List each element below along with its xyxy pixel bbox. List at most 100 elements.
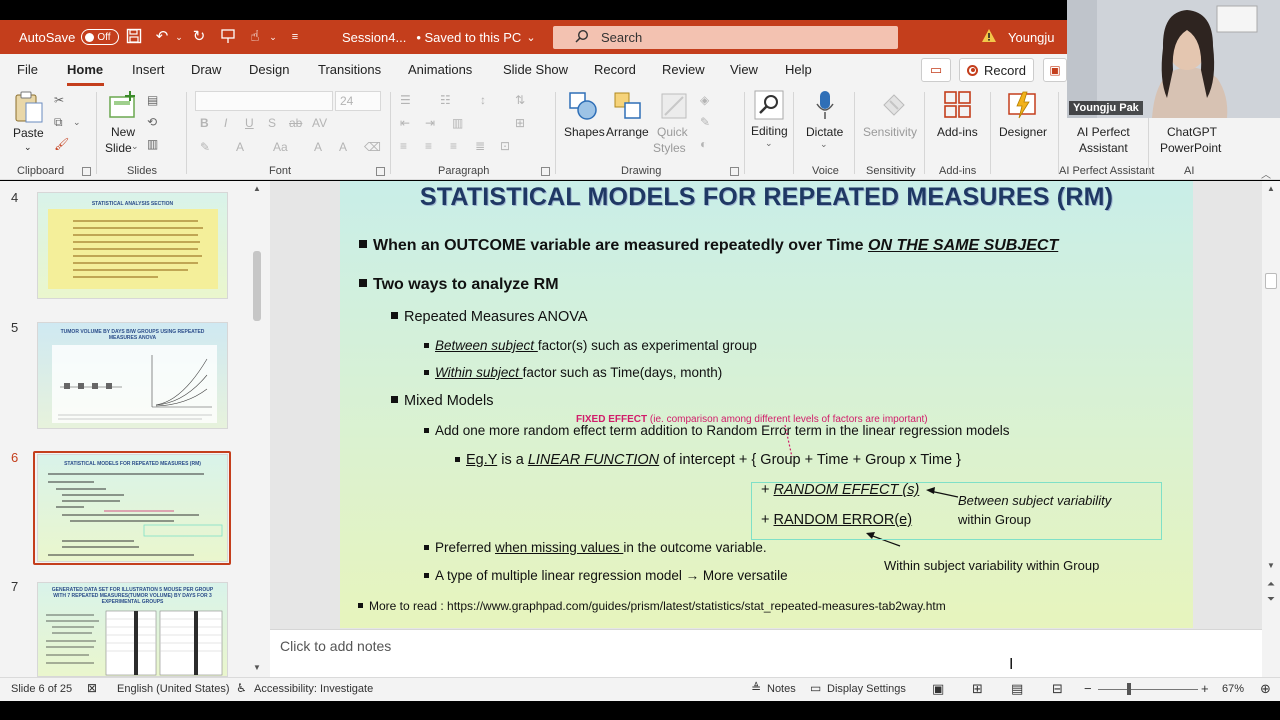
menu-insert[interactable]: Insert xyxy=(132,62,165,77)
paragraph-launcher-icon[interactable] xyxy=(541,167,550,176)
menu-slide-show[interactable]: Slide Show xyxy=(503,62,568,77)
warning-icon[interactable] xyxy=(981,28,997,44)
add-ins-label[interactable]: Add-ins xyxy=(937,124,978,140)
display-settings-button[interactable]: Display Settings xyxy=(827,683,906,695)
slide-thumbnail-4[interactable]: STATISTICAL ANALYSIS SECTION xyxy=(37,192,228,299)
numbering-icon[interactable]: ☷ xyxy=(440,93,451,107)
zoom-slider[interactable] xyxy=(1098,689,1198,690)
touch-mode-icon[interactable]: ☝ xyxy=(246,28,264,46)
scrollbar-thumb[interactable] xyxy=(253,251,261,321)
undo-icon[interactable]: ↶ xyxy=(153,28,171,46)
reset-icon[interactable]: ⟲ xyxy=(147,115,157,129)
find-icon[interactable] xyxy=(754,90,784,125)
accessibility-status[interactable]: Accessibility: Investigate xyxy=(254,683,373,695)
slide-thumbnail-5[interactable]: TUMOR VOLUME BY DAYS B/W GROUPS USING RE… xyxy=(37,322,228,429)
menu-transitions[interactable]: Transitions xyxy=(318,62,381,77)
document-title[interactable]: Session4... • Saved to this PC ⌄ xyxy=(342,20,536,54)
comments-button[interactable]: ▭ xyxy=(921,58,951,82)
menu-help[interactable]: Help xyxy=(785,62,812,77)
search-box[interactable]: Search xyxy=(553,26,898,49)
editing-dropdown-icon[interactable]: ⌄ xyxy=(765,138,773,149)
new-slide-label[interactable]: New xyxy=(111,124,135,140)
arrange-label[interactable]: Arrange xyxy=(606,124,649,140)
shape-fill-icon[interactable]: ◈ xyxy=(700,93,709,107)
scroll-up-icon[interactable]: ▲ xyxy=(251,183,263,195)
change-case-icon[interactable]: Aa xyxy=(273,140,288,154)
copy-icon[interactable]: ⧉ xyxy=(54,115,63,130)
quick-styles-label[interactable]: Quick xyxy=(657,124,688,140)
align-left-icon[interactable]: ≡ xyxy=(400,139,407,153)
decrease-indent-icon[interactable]: ⇤ xyxy=(400,116,410,130)
user-name[interactable]: Youngju xyxy=(1008,20,1055,54)
sensitivity-label[interactable]: Sensitivity xyxy=(863,124,917,140)
paste-icon[interactable] xyxy=(13,90,45,129)
scroll-down-icon[interactable]: ▼ xyxy=(251,662,263,674)
collapse-ribbon-icon[interactable]: ︿ xyxy=(1261,166,1271,181)
clipboard-launcher-icon[interactable] xyxy=(82,167,91,176)
line-spacing-icon[interactable]: ↕ xyxy=(480,93,486,107)
bold-icon[interactable]: B xyxy=(200,116,209,130)
align-text-icon[interactable]: ⊞ xyxy=(515,116,525,130)
columns-icon[interactable]: ▥ xyxy=(452,116,463,130)
normal-view-icon[interactable]: ▣ xyxy=(932,681,944,697)
strikethrough-icon[interactable]: ab xyxy=(289,116,302,130)
thumbnail-scrollbar[interactable]: ▲ ▼ xyxy=(250,181,264,677)
autosave[interactable]: AutoSave Off xyxy=(19,20,120,54)
font-size-field[interactable]: 24 xyxy=(335,91,381,111)
increase-font-icon[interactable]: A xyxy=(314,140,322,154)
customize-toolbar-icon[interactable]: ≡ xyxy=(286,28,304,46)
layout-icon[interactable]: ▤ xyxy=(147,93,158,107)
notes-pane[interactable]: Click to add notes xyxy=(270,629,1262,677)
menu-design[interactable]: Design xyxy=(249,62,289,77)
add-ins-icon[interactable] xyxy=(943,90,973,125)
align-center-icon[interactable]: ≡ xyxy=(425,139,432,153)
convert-smartart-icon[interactable]: ⊡ xyxy=(500,139,510,153)
present-button[interactable]: ▣ xyxy=(1043,58,1067,82)
slide-thumbnail-7[interactable]: GENERATED DATA SET FOR ILLUSTRATION 5 MO… xyxy=(37,582,228,677)
justify-icon[interactable]: ≣ xyxy=(475,139,485,153)
new-slide-icon[interactable] xyxy=(108,91,138,126)
menu-view[interactable]: View xyxy=(730,62,758,77)
new-slide-label-2[interactable]: Slide xyxy=(105,140,132,156)
microphone-icon[interactable] xyxy=(815,90,835,127)
slide-scrollbar[interactable]: ▲ ▼ ⏶ ⏷ xyxy=(1262,181,1280,677)
font-launcher-icon[interactable] xyxy=(376,167,385,176)
notes-button[interactable]: Notes xyxy=(767,683,796,695)
random-error-term[interactable]: + RANDOM ERROR(e) xyxy=(761,512,912,528)
format-painter-icon[interactable]: 🖌 xyxy=(54,137,69,151)
section-icon[interactable]: ▥ xyxy=(147,137,158,151)
shapes-icon[interactable] xyxy=(568,91,598,126)
align-right-icon[interactable]: ≡ xyxy=(450,139,457,153)
editing-label[interactable]: Editing xyxy=(751,123,788,139)
quick-styles-icon[interactable] xyxy=(659,91,689,126)
copy-dropdown-icon[interactable]: ⌄ xyxy=(73,117,81,128)
decrease-font-icon[interactable]: A xyxy=(339,140,347,154)
italic-icon[interactable]: I xyxy=(224,116,227,130)
ai-perfect-label[interactable]: AI Perfect xyxy=(1077,124,1130,140)
scroll-down-icon[interactable]: ▼ xyxy=(1265,560,1277,572)
clear-formatting-icon[interactable]: ⌫ xyxy=(364,140,381,154)
bullet-regression-type[interactable]: A type of multiple linear regression mod… xyxy=(424,568,788,583)
record-button[interactable]: Record xyxy=(959,58,1034,82)
sensitivity-icon[interactable] xyxy=(880,91,908,124)
menu-file[interactable]: File xyxy=(17,62,38,77)
text-direction-icon[interactable]: ⇅ xyxy=(515,93,525,107)
slide-counter[interactable]: Slide 6 of 25 xyxy=(11,683,72,695)
autosave-toggle[interactable]: Off xyxy=(81,29,120,45)
dictate-dropdown-icon[interactable]: ⌄ xyxy=(820,139,828,150)
scroll-up-icon[interactable]: ▲ xyxy=(1265,183,1277,195)
arrange-icon[interactable] xyxy=(613,91,643,126)
undo-dropdown-icon[interactable]: ⌄ xyxy=(170,28,188,46)
bullet-preferred[interactable]: Preferred when missing values in the out… xyxy=(424,540,767,555)
within-variability-note[interactable]: Within subject variability within Group xyxy=(884,558,1099,573)
slideshow-view-icon[interactable]: ⊟ xyxy=(1052,681,1063,697)
designer-label[interactable]: Designer xyxy=(999,124,1047,140)
designer-icon[interactable] xyxy=(1007,90,1037,125)
chatgpt-label-2[interactable]: PowerPoint xyxy=(1160,140,1221,156)
chatgpt-label[interactable]: ChatGPT xyxy=(1167,124,1217,140)
fit-to-window-icon[interactable]: ⊕ xyxy=(1260,681,1271,697)
shapes-label[interactable]: Shapes xyxy=(564,124,605,140)
cut-icon[interactable]: ✂ xyxy=(54,93,64,107)
within-group-note[interactable]: within Group xyxy=(958,512,1031,527)
redo-icon[interactable]: ↻ xyxy=(190,28,208,46)
